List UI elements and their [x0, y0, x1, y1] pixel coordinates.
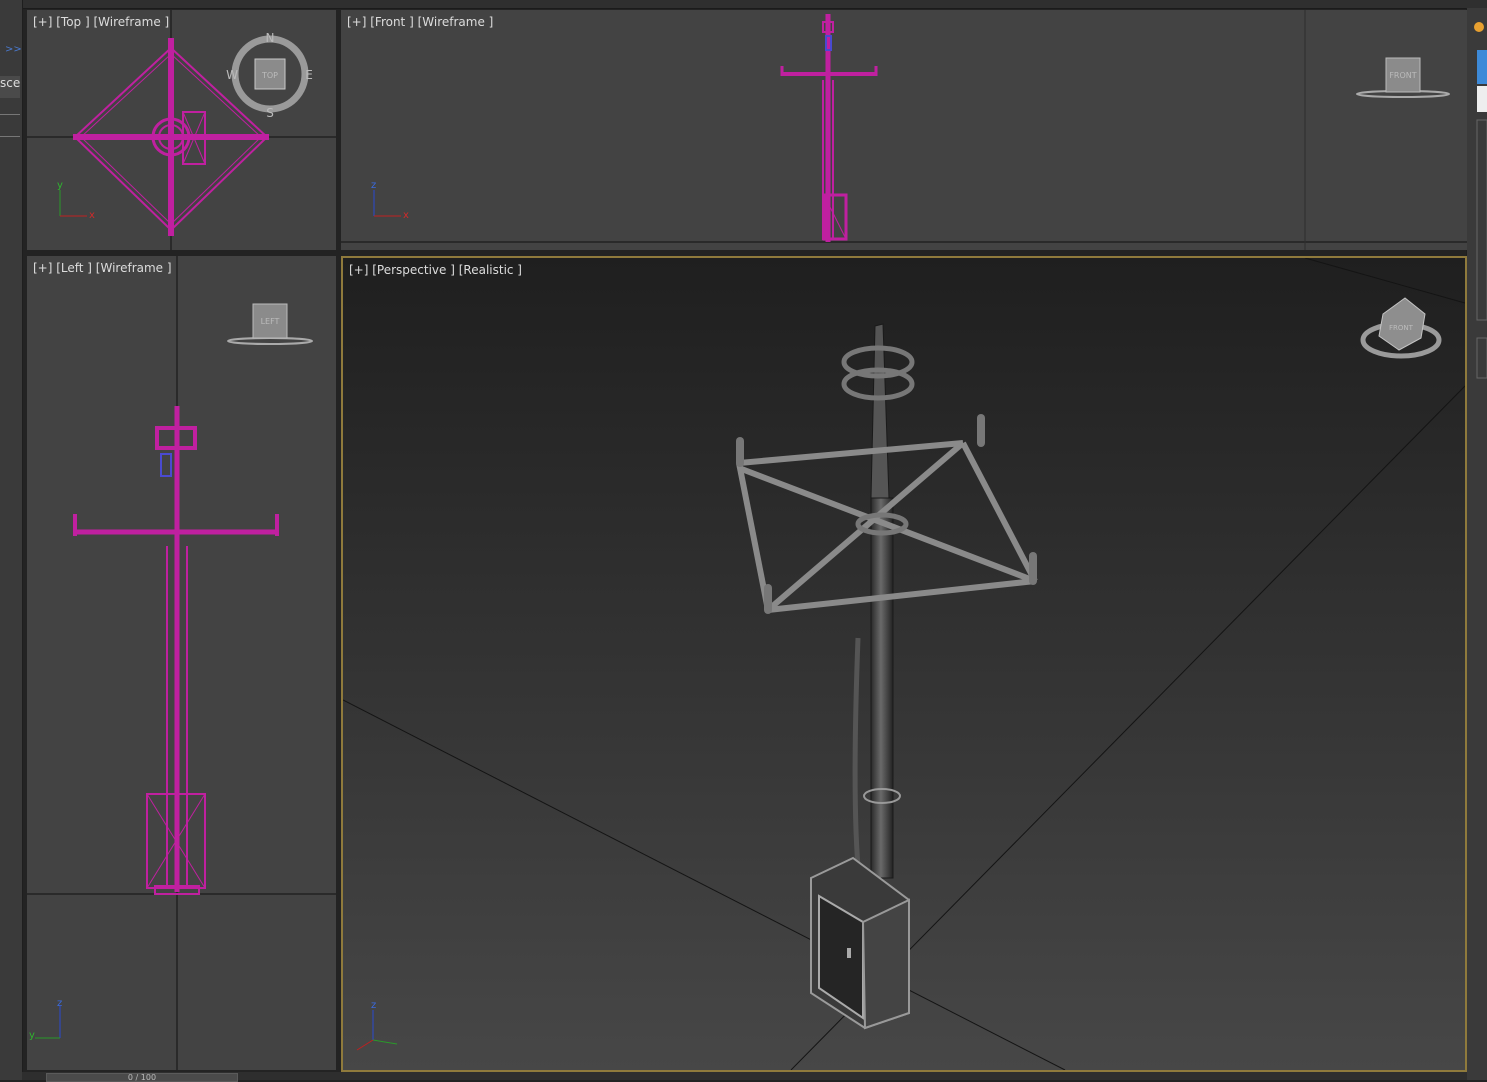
- command-rollout-frame: [1476, 337, 1487, 379]
- axis-label-up: z: [371, 1000, 376, 1011]
- viewport-label[interactable]: [+] [Top ] [Wireframe ]: [33, 15, 169, 29]
- perspective-scene: FRONT z: [343, 258, 1465, 1070]
- axis-label-right: x: [89, 210, 95, 221]
- viewcube-face-label[interactable]: LEFT: [261, 317, 280, 326]
- viewport-perspective[interactable]: [+] [Perspective ] [Realistic ] FRONT z: [341, 256, 1467, 1072]
- pole-top-wireframe: [73, 38, 269, 236]
- viewcube-face-label[interactable]: FRONT: [1389, 71, 1416, 80]
- viewport-label[interactable]: [+] [Front ] [Wireframe ]: [347, 15, 493, 29]
- pole-front-wireframe: [780, 14, 878, 242]
- axis-label-right: y: [29, 1030, 35, 1041]
- axis-label-up: z: [57, 998, 62, 1009]
- main-toolbar-edge: [0, 0, 1487, 9]
- viewport-top[interactable]: [+] [Top ] [Wireframe ] TOP N S E W y x: [27, 10, 336, 250]
- command-panel-icon[interactable]: [1474, 22, 1484, 32]
- top-wireframe-scene: TOP N S E W y x: [27, 10, 336, 250]
- viewport-label[interactable]: [+] [Left ] [Wireframe ]: [33, 261, 172, 275]
- divider: [0, 136, 20, 137]
- compass-south[interactable]: S: [266, 106, 274, 120]
- command-panel-selected[interactable]: [1477, 50, 1487, 84]
- axis-tripod-icon: z x: [371, 180, 409, 221]
- compass-icon[interactable]: TOP N S E W: [226, 31, 313, 120]
- scene-explorer-tab[interactable]: scer: [0, 76, 20, 98]
- viewcube-face-label[interactable]: TOP: [261, 71, 278, 80]
- command-panel-controls: [1474, 22, 1487, 379]
- axis-label-up: y: [57, 180, 63, 191]
- command-side-strip: >> scer: [0, 0, 23, 1080]
- time-slider-thumb[interactable]: 0 / 100: [46, 1073, 238, 1082]
- front-wireframe-scene: FRONT z x: [341, 10, 1467, 250]
- viewcube-icon[interactable]: FRONT: [1356, 57, 1450, 98]
- viewport-label[interactable]: [+] [Perspective ] [Realistic ]: [349, 263, 522, 277]
- time-slider[interactable]: 0 / 100: [22, 1072, 1467, 1082]
- axis-tripod-icon: y x: [57, 180, 95, 221]
- command-panel-field[interactable]: [1477, 86, 1487, 112]
- pole-left-wireframe: [73, 406, 279, 895]
- viewcube-face-label[interactable]: FRONT: [1389, 324, 1414, 332]
- axis-tripod-icon: z y: [29, 998, 62, 1041]
- left-wireframe-scene: LEFT z y: [27, 256, 336, 1070]
- expand-arrows-icon[interactable]: >>: [5, 44, 22, 55]
- axis-label-up: z: [371, 180, 376, 191]
- axis-label-right: x: [403, 210, 409, 221]
- command-panel-strip: [1466, 8, 1487, 1080]
- command-rollout-frame: [1476, 119, 1487, 321]
- compass-east[interactable]: E: [305, 68, 313, 82]
- viewport-front[interactable]: [+] [Front ] [Wireframe ] FRONT z x: [341, 10, 1467, 250]
- viewcube-icon[interactable]: LEFT: [227, 303, 313, 345]
- divider: [0, 114, 20, 115]
- compass-west[interactable]: W: [226, 68, 238, 82]
- compass-north[interactable]: N: [266, 31, 275, 45]
- viewport-left[interactable]: [+] [Left ] [Wireframe ] LEFT z y: [27, 256, 336, 1070]
